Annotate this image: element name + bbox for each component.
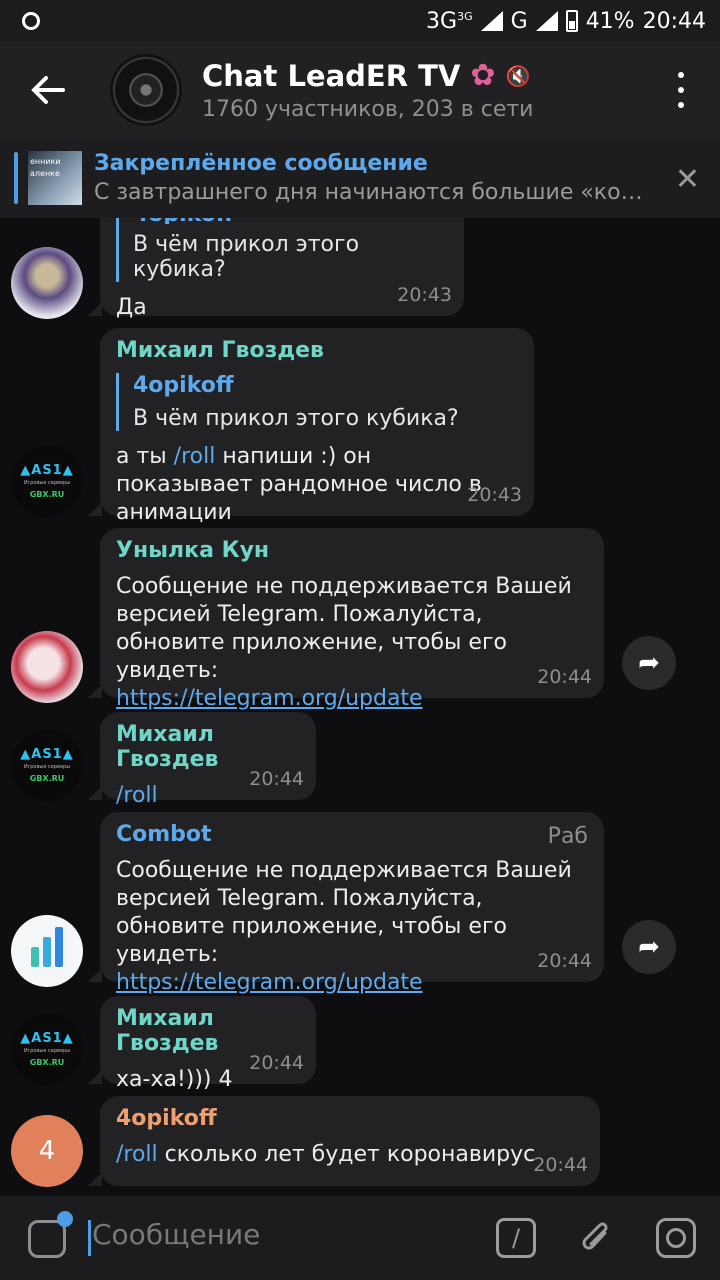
bot-command[interactable]: /roll — [116, 1142, 158, 1167]
status-bar: 3G 3G G 41% 20:44 — [0, 0, 720, 42]
back-button[interactable] — [0, 42, 96, 138]
signal-icon — [480, 11, 503, 31]
reply-quote[interactable]: 4opikoff В чём прикол этого кубика? — [116, 218, 446, 282]
network-type-small: 3G — [457, 9, 473, 23]
reply-text: В чём прикол этого кубика? — [133, 406, 459, 431]
chat-title-block[interactable]: Chat LeadER TV ✿ 🔇 1760 участников, 203 … — [202, 58, 533, 122]
battery-icon — [565, 10, 578, 32]
sticker-icon[interactable] — [28, 1211, 73, 1258]
avatar-logo-line-3: GBX.RU — [29, 774, 65, 783]
text-caret — [88, 1220, 91, 1256]
avatar-logo-line-3: GBX.RU — [29, 490, 65, 499]
reply-quote[interactable]: 4opikoff В чём прикол этого кубика? — [116, 373, 516, 431]
message-bubble[interactable]: Combot Раб Сообщение не поддерживается В… — [88, 812, 604, 995]
avatar-logo-line-2: Игровые серверы — [23, 764, 71, 770]
avatar-logo-line-3: GBX.RU — [29, 1058, 65, 1067]
message-text: Сообщение не поддерживается Вашей версие… — [116, 574, 572, 683]
message-author[interactable]: Combot — [116, 822, 586, 847]
pinned-thumbnail: енники аленке — [28, 151, 82, 205]
composer: Сообщение / — [0, 1196, 720, 1280]
avatar[interactable]: ▲AS1▲ Игровые серверы GBX.RU — [11, 729, 83, 801]
more-menu-button[interactable] — [666, 72, 696, 108]
message-time: 20:44 — [537, 950, 592, 972]
message-list[interactable]: 4opikoff В чём прикол этого кубика? Да 2… — [0, 218, 720, 1196]
pinned-body: С завтрашнего дня начинаются большие «ко… — [94, 180, 654, 205]
pinned-thumb-line-2: аленке — [30, 169, 60, 178]
avatar-letter: 4 — [38, 1136, 56, 1166]
reply-author: 4opikoff — [133, 373, 234, 398]
avatar-logo-line-2: Игровые серверы — [23, 480, 71, 486]
admin-role: Раб — [547, 824, 588, 849]
avatar-logo-line-1: ▲AS1▲ — [20, 1031, 74, 1046]
pinned-thumb-line-1: енники — [30, 157, 61, 166]
message-time: 20:43 — [467, 484, 522, 506]
message-bubble[interactable]: Михаил Гвоздев /roll 20:44 — [88, 712, 316, 808]
chat-subtitle: 1760 участников, 203 в сети — [202, 97, 534, 122]
message-time: 20:44 — [537, 666, 592, 688]
bot-commands-icon[interactable]: / — [496, 1218, 536, 1258]
chat-title-row: Chat LeadER TV ✿ 🔇 — [202, 58, 533, 93]
pinned-indicator — [14, 152, 18, 204]
message-bubble[interactable]: 4opikoff В чём прикол этого кубика? Да 2… — [88, 218, 464, 320]
pinned-text-block: Закреплённое сообщение С завтрашнего дня… — [94, 151, 654, 205]
signal-icon-2 — [535, 11, 558, 31]
update-link[interactable]: https://telegram.org/update — [116, 969, 586, 997]
network-type: 3G — [426, 8, 458, 34]
chat-avatar[interactable] — [110, 54, 182, 126]
text-part: а ты — [116, 444, 174, 469]
pinned-message[interactable]: енники аленке Закреплённое сообщение С з… — [0, 138, 720, 218]
avatar[interactable] — [11, 247, 83, 319]
avatar[interactable]: ▲AS1▲ Игровые серверы GBX.RU — [11, 445, 83, 517]
message-input[interactable]: Сообщение — [92, 1218, 260, 1251]
paperclip-icon — [582, 1222, 608, 1250]
camera-icon[interactable] — [656, 1218, 696, 1258]
attach-icon[interactable] — [576, 1218, 616, 1258]
message-author[interactable]: Михаил Гвоздев — [116, 1006, 298, 1056]
avatar-logo-line-1: ▲AS1▲ — [20, 747, 74, 762]
mute-icon: 🔇 — [505, 63, 531, 88]
message-text: Сообщение не поддерживается Вашей версие… — [116, 858, 572, 967]
message-bubble[interactable]: Унылка Кун Сообщение не поддерживается В… — [88, 528, 604, 711]
share-button[interactable]: ➦ — [622, 636, 676, 690]
avatar[interactable] — [11, 631, 83, 703]
message-time: 20:43 — [397, 284, 452, 306]
network-type-2: G — [510, 8, 528, 34]
avatar-logo-line-1: ▲AS1▲ — [20, 463, 74, 478]
clock: 20:44 — [642, 8, 706, 34]
update-link[interactable]: https://telegram.org/update — [116, 685, 586, 713]
bot-command[interactable]: /roll — [174, 444, 216, 469]
text-part: сколько лет будет коронавирус — [157, 1142, 536, 1167]
chat-header: Chat LeadER TV ✿ 🔇 1760 участников, 203 … — [0, 42, 720, 138]
message-author[interactable]: Михаил Гвоздев — [116, 338, 516, 363]
message-text: /roll сколько лет будет коронавирус — [116, 1141, 582, 1169]
message-author[interactable]: 4opikoff — [116, 1106, 582, 1131]
avatar[interactable]: ▲AS1▲ Игровые серверы GBX.RU — [11, 1013, 83, 1085]
share-button[interactable]: ➦ — [622, 920, 676, 974]
reply-author: 4opikoff — [133, 218, 446, 224]
message-text: а ты /roll напиши :) он показывает рандо… — [116, 443, 496, 527]
avatar[interactable] — [11, 915, 83, 987]
flower-emoji: ✿ — [470, 58, 496, 93]
message-time: 20:44 — [533, 1154, 588, 1176]
chat-title: Chat LeadER TV — [202, 58, 461, 93]
message-time: 20:44 — [249, 768, 304, 790]
share-icon: ➦ — [638, 648, 660, 678]
avatar-logo-line-2: Игровые серверы — [23, 1048, 71, 1054]
battery-level: 41% — [585, 8, 635, 34]
message-bubble[interactable]: Михаил Гвоздев ха-ха!))) 4 20:44 — [88, 996, 316, 1092]
message-bubble[interactable]: 4opikoff /roll сколько лет будет коронав… — [88, 1096, 600, 1186]
notification-icon — [22, 12, 40, 30]
reply-text: В чём прикол этого кубика? — [133, 232, 360, 282]
message-author[interactable]: Михаил Гвоздев — [116, 722, 298, 772]
close-icon[interactable]: ✕ — [675, 162, 700, 197]
arrow-left-icon — [31, 76, 65, 104]
message-author[interactable]: Унылка Кун — [116, 538, 586, 563]
share-icon: ➦ — [638, 932, 660, 962]
message-time: 20:44 — [249, 1052, 304, 1074]
pinned-title: Закреплённое сообщение — [94, 151, 428, 176]
message-bubble[interactable]: Михаил Гвоздев 4opikoff В чём прикол это… — [88, 328, 534, 525]
status-right: 3G 3G G 41% 20:44 — [426, 9, 706, 34]
avatar[interactable]: 4 — [11, 1115, 83, 1187]
